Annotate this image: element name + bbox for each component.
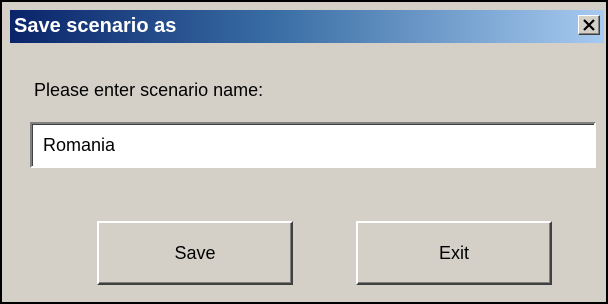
save-button[interactable]: Save bbox=[97, 221, 293, 285]
exit-button-label: Exit bbox=[438, 242, 469, 263]
close-button[interactable] bbox=[578, 15, 600, 35]
dialog-title: Save scenario as bbox=[14, 15, 177, 37]
exit-button[interactable]: Exit bbox=[356, 221, 552, 285]
save-button-label: Save bbox=[174, 242, 216, 263]
title-bar[interactable]: Save scenario as bbox=[10, 10, 604, 43]
save-scenario-dialog: Save scenario as Please enter scenario n… bbox=[0, 0, 608, 304]
close-icon bbox=[583, 19, 595, 31]
scenario-name-input[interactable] bbox=[30, 122, 596, 168]
scenario-name-label: Please enter scenario name: bbox=[34, 80, 264, 100]
